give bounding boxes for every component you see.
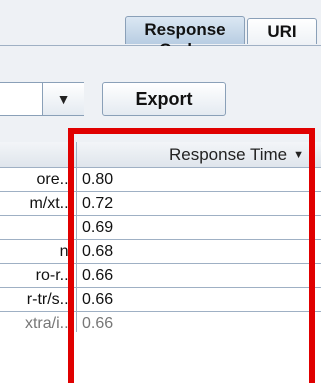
tab-uri[interactable]: URI: [247, 18, 317, 44]
column-header-uri[interactable]: [0, 142, 77, 167]
export-button[interactable]: Export: [102, 82, 226, 116]
response-time-cell: 0.80: [82, 171, 114, 188]
table-row[interactable]: n/ 0.68: [0, 240, 321, 264]
uri-cell: m/xt...: [0, 192, 77, 215]
table-row[interactable]: r-tr/s... 0.66: [0, 288, 321, 312]
uri-cell: r-tr/s...: [0, 288, 77, 311]
response-time-cell: 0.66: [82, 267, 114, 284]
column-header-response-time[interactable]: Response Time ▼: [78, 142, 310, 167]
table-row[interactable]: ro-r... 0.66: [0, 264, 321, 288]
tab-bar: Response Codes URI: [0, 0, 321, 59]
sort-desc-icon: ▼: [293, 148, 304, 161]
response-time-cell: 0.69: [82, 219, 114, 236]
table-row[interactable]: ore... 0.80: [0, 168, 321, 192]
toolbar: ▼ Export: [0, 46, 321, 142]
uri-cell: xtra/i...: [0, 312, 77, 332]
combobox-dropdown-button[interactable]: ▼: [42, 83, 84, 115]
filter-combobox[interactable]: ▼: [0, 82, 84, 116]
response-time-cell: 0.66: [82, 315, 114, 332]
table-row[interactable]: m/xt... 0.72: [0, 192, 321, 216]
chevron-down-icon: ▼: [56, 91, 71, 107]
column-header-label: Response Time: [168, 144, 288, 164]
results-table: Response Time ▼ ore... 0.80 m/xt... 0.72…: [0, 142, 321, 383]
response-time-cell: 0.72: [82, 195, 114, 212]
tab-response-codes[interactable]: Response Codes: [125, 16, 245, 59]
table-header: Response Time ▼: [0, 142, 321, 168]
uri-cell: n/: [0, 240, 77, 263]
table-row[interactable]: xtra/i... 0.66: [0, 312, 321, 332]
uri-cell: ore...: [0, 168, 77, 191]
uri-cell: ro-r...: [0, 264, 77, 287]
table-row[interactable]: 0.69: [0, 216, 321, 240]
uri-cell: [0, 216, 77, 239]
response-time-cell: 0.68: [82, 243, 114, 260]
response-time-cell: 0.66: [82, 291, 114, 308]
